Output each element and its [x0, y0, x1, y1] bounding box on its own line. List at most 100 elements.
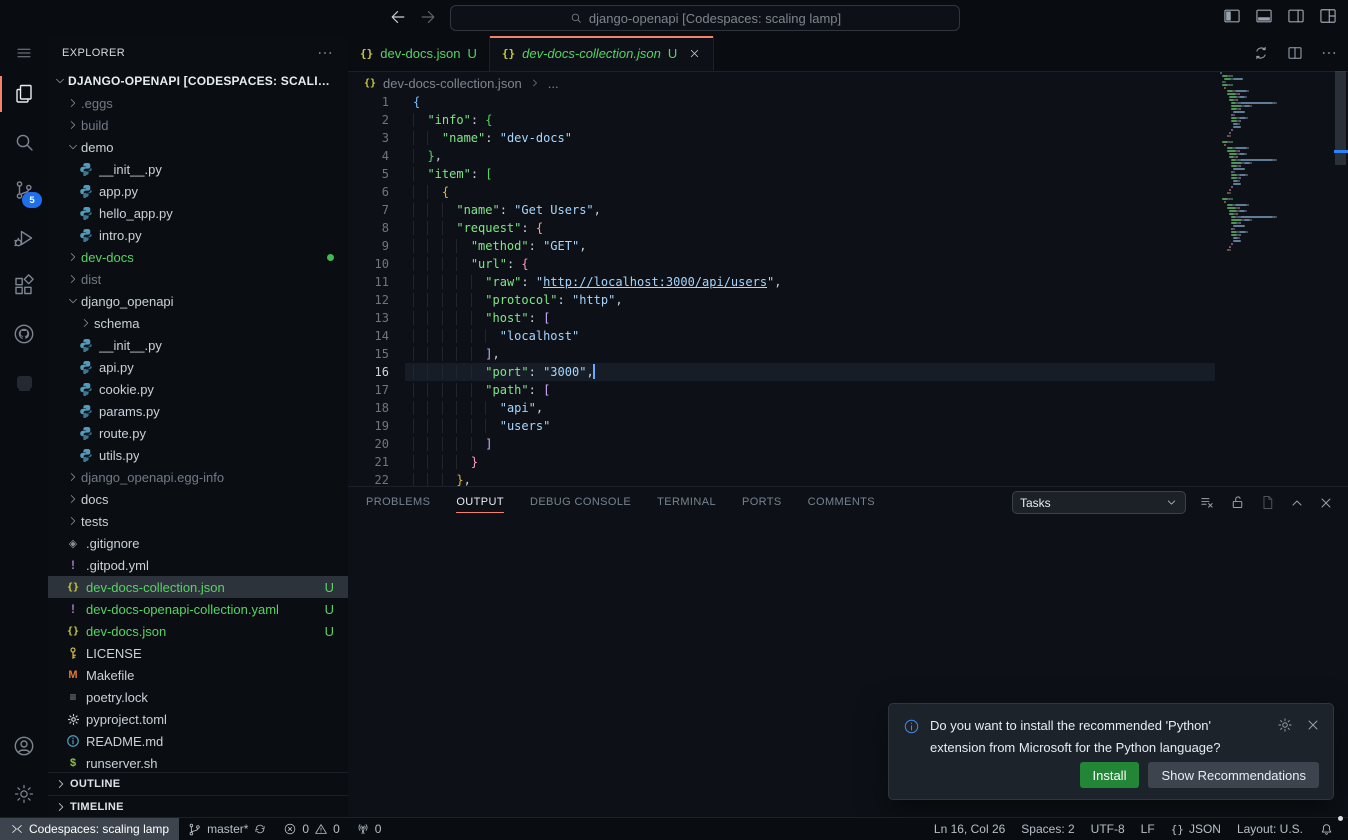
- tree-folder-dev-docs[interactable]: dev-docs: [48, 246, 348, 268]
- toggle-secondary-sidebar-icon[interactable]: [1286, 6, 1306, 26]
- code-line-18[interactable]: 18 "api",: [348, 399, 1348, 417]
- code-line-3[interactable]: 3 "name": "dev-docs": [348, 129, 1348, 147]
- menu-icon[interactable]: [0, 36, 48, 70]
- indentation-item[interactable]: Spaces: 2: [1013, 818, 1082, 840]
- tree-file-init-py[interactable]: __init__.py: [48, 158, 348, 180]
- tree-file-api-py[interactable]: api.py: [48, 356, 348, 378]
- tree-file-init-py[interactable]: __init__.py: [48, 334, 348, 356]
- github-icon[interactable]: [0, 310, 48, 358]
- breadcrumb[interactable]: {} dev-docs-collection.json ...: [348, 72, 1348, 94]
- ports-item[interactable]: 0: [348, 818, 390, 840]
- panel-tab-ports[interactable]: PORTS: [742, 487, 782, 516]
- settings-gear-icon[interactable]: [0, 770, 48, 818]
- tab-dev-docs-collection-json[interactable]: {}dev-docs-collection.jsonU: [490, 36, 714, 71]
- panel-tab-debug-console[interactable]: DEBUG CONSOLE: [530, 487, 631, 516]
- cursor-position-item[interactable]: Ln 16, Col 26: [926, 818, 1013, 840]
- forward-arrow-icon[interactable]: [418, 7, 438, 27]
- tree-folder-build[interactable]: build: [48, 114, 348, 136]
- toggle-sidebar-icon[interactable]: [1222, 6, 1242, 26]
- eol-item[interactable]: LF: [1133, 818, 1163, 840]
- tree-file-readme-md[interactable]: README.md: [48, 730, 348, 752]
- tree-file-makefile[interactable]: MMakefile: [48, 664, 348, 686]
- tree-folder-dist[interactable]: dist: [48, 268, 348, 290]
- code-line-9[interactable]: 9 "method": "GET",: [348, 237, 1348, 255]
- open-output-in-editor-icon[interactable]: [1259, 494, 1276, 511]
- editor-more-actions-icon[interactable]: [1320, 44, 1338, 62]
- search-sidebar-icon[interactable]: [0, 118, 48, 166]
- code-line-6[interactable]: 6 {: [348, 183, 1348, 201]
- tree-file-intro-py[interactable]: intro.py: [48, 224, 348, 246]
- tree-file-runserver-sh[interactable]: $runserver.sh: [48, 752, 348, 774]
- problems-item[interactable]: 0 0: [275, 818, 347, 840]
- code-line-21[interactable]: 21 }: [348, 453, 1348, 471]
- show-recommendations-button[interactable]: Show Recommendations: [1148, 762, 1319, 788]
- tree-folder-demo[interactable]: demo: [48, 136, 348, 158]
- tree-file-params-py[interactable]: params.py: [48, 400, 348, 422]
- code-line-2[interactable]: 2 "info": {: [348, 111, 1348, 129]
- command-center-search[interactable]: django-openapi [Codespaces: scaling lamp…: [450, 5, 960, 31]
- tree-file-gitignore[interactable]: ◈.gitignore: [48, 532, 348, 554]
- tree-file-hello-app-py[interactable]: hello_app.py: [48, 202, 348, 224]
- language-mode-item[interactable]: {} JSON: [1163, 818, 1229, 840]
- back-arrow-icon[interactable]: [388, 7, 408, 27]
- tree-folder-schema[interactable]: schema: [48, 312, 348, 334]
- notifications-bell-icon[interactable]: [1311, 818, 1342, 840]
- tree-folder-django-openapi-egg-info[interactable]: django_openapi.egg-info: [48, 466, 348, 488]
- codespaces-extension-icon[interactable]: [0, 358, 48, 406]
- code-line-4[interactable]: 4 },: [348, 147, 1348, 165]
- code-line-10[interactable]: 10 "url": {: [348, 255, 1348, 273]
- code-area[interactable]: 1{2 "info": {3 "name": "dev-docs"4 },5 "…: [348, 93, 1348, 486]
- code-line-11[interactable]: 11 "raw": "http://localhost:3000/api/use…: [348, 273, 1348, 291]
- tree-folder-docs[interactable]: docs: [48, 488, 348, 510]
- source-control-icon[interactable]: 5: [0, 166, 48, 214]
- code-line-14[interactable]: 14 "localhost": [348, 327, 1348, 345]
- tree-file-dev-docs-collection-json[interactable]: {}dev-docs-collection.jsonU: [48, 576, 348, 598]
- tree-file-utils-py[interactable]: utils.py: [48, 444, 348, 466]
- code-line-22[interactable]: 22 },: [348, 471, 1348, 486]
- keyboard-layout-item[interactable]: Layout: U.S.: [1229, 818, 1311, 840]
- tab-close-icon[interactable]: [688, 47, 701, 60]
- section-timeline[interactable]: TIMELINE: [48, 795, 348, 818]
- compare-changes-icon[interactable]: [1252, 44, 1270, 62]
- tree-file-pyproject-toml[interactable]: pyproject.toml: [48, 708, 348, 730]
- code-line-5[interactable]: 5 "item": [: [348, 165, 1348, 183]
- panel-tab-comments[interactable]: COMMENTS: [808, 487, 875, 516]
- extensions-icon[interactable]: [0, 262, 48, 310]
- run-debug-icon[interactable]: [0, 214, 48, 262]
- tree-folder-tests[interactable]: tests: [48, 510, 348, 532]
- panel-tab-output[interactable]: OUTPUT: [456, 487, 504, 516]
- panel-tab-terminal[interactable]: TERMINAL: [657, 487, 716, 516]
- explorer-icon[interactable]: [0, 70, 48, 118]
- code-line-19[interactable]: 19 "users": [348, 417, 1348, 435]
- git-branch-item[interactable]: master*: [179, 818, 275, 840]
- close-panel-icon[interactable]: [1318, 495, 1334, 511]
- notification-settings-gear-icon[interactable]: [1277, 717, 1293, 759]
- code-line-15[interactable]: 15 ],: [348, 345, 1348, 363]
- tree-file-route-py[interactable]: route.py: [48, 422, 348, 444]
- account-icon[interactable]: [0, 722, 48, 770]
- tree-file-cookie-py[interactable]: cookie.py: [48, 378, 348, 400]
- toggle-panel-icon[interactable]: [1254, 6, 1274, 26]
- section-outline[interactable]: OUTLINE: [48, 772, 348, 795]
- tree-folder-django-openapi[interactable]: django_openapi: [48, 290, 348, 312]
- tree-file-gitpod-yml[interactable]: !.gitpod.yml: [48, 554, 348, 576]
- clear-output-icon[interactable]: [1199, 494, 1216, 511]
- code-line-13[interactable]: 13 "host": [: [348, 309, 1348, 327]
- code-line-8[interactable]: 8 "request": {: [348, 219, 1348, 237]
- tree-file-license[interactable]: LICENSE: [48, 642, 348, 664]
- tree-file-dev-docs-openapi-collection-yaml[interactable]: !dev-docs-openapi-collection.yamlU: [48, 598, 348, 620]
- code-line-12[interactable]: 12 "protocol": "http",: [348, 291, 1348, 309]
- split-editor-icon[interactable]: [1286, 44, 1304, 62]
- code-line-1[interactable]: 1{: [348, 93, 1348, 111]
- remote-indicator[interactable]: Codespaces: scaling lamp: [0, 818, 179, 840]
- code-line-17[interactable]: 17 "path": [: [348, 381, 1348, 399]
- tree-file-dev-docs-json[interactable]: {}dev-docs.jsonU: [48, 620, 348, 642]
- notification-close-icon[interactable]: [1305, 717, 1321, 759]
- tree-file-app-py[interactable]: app.py: [48, 180, 348, 202]
- unlock-icon[interactable]: [1229, 494, 1246, 511]
- panel-tab-problems[interactable]: PROBLEMS: [366, 487, 430, 516]
- code-line-7[interactable]: 7 "name": "Get Users",: [348, 201, 1348, 219]
- output-channel-select[interactable]: Tasks: [1012, 491, 1186, 514]
- encoding-item[interactable]: UTF-8: [1083, 818, 1133, 840]
- tree-folder-django-openapi-codespaces-scaling-la[interactable]: DJANGO-OPENAPI [CODESPACES: SCALING LA..…: [48, 70, 348, 92]
